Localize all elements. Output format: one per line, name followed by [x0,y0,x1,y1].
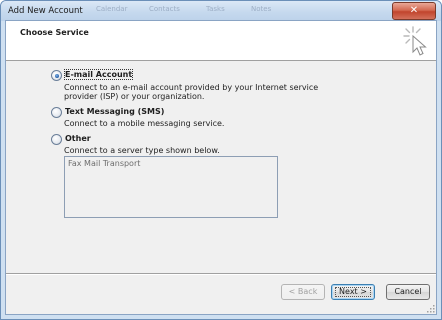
add-new-account-dialog: Add New Account Calendar Contacts Tasks … [0,0,442,320]
cancel-button[interactable]: Cancel [386,284,430,300]
service-options: E-mail Account Connect to an e-mail acco… [6,61,436,271]
window-title: Add New Account [8,6,83,16]
page-title: Choose Service [20,28,89,37]
server-type-listbox[interactable]: Fax Mail Transport [64,156,278,218]
footer-divider [6,273,436,275]
text-messaging-radio[interactable] [51,107,62,118]
next-button[interactable]: Next > [331,284,375,300]
text-messaging-label[interactable]: Text Messaging (SMS) [65,107,164,116]
other-description: Connect to a server type shown below. [64,146,220,155]
list-item[interactable]: Fax Mail Transport [68,159,140,168]
wizard-cursor-icon [403,26,427,56]
dialog-client-area: Choose Service E-mail Account Connect to… [5,20,437,315]
close-icon: ✕ [409,5,419,16]
taskbar-ghost-text: Tasks [206,5,225,13]
email-account-label[interactable]: E-mail Account [63,69,134,80]
email-account-description: Connect to an e-mail account provided by… [64,83,319,101]
taskbar-ghost-text: Calendar [96,5,128,13]
wizard-header: Choose Service [6,21,436,61]
other-label[interactable]: Other [65,134,91,143]
email-account-radio[interactable] [51,70,62,81]
taskbar-ghost-text: Contacts [149,5,180,13]
back-button[interactable]: < Back [281,284,325,300]
close-button[interactable]: ✕ [392,2,436,20]
other-radio[interactable] [51,134,62,145]
taskbar-ghost-text: Notes [251,5,272,13]
resize-grip-icon[interactable] [427,305,435,313]
title-bar[interactable]: Add New Account Calendar Contacts Tasks … [1,1,441,21]
text-messaging-description: Connect to a mobile messaging service. [64,119,225,128]
